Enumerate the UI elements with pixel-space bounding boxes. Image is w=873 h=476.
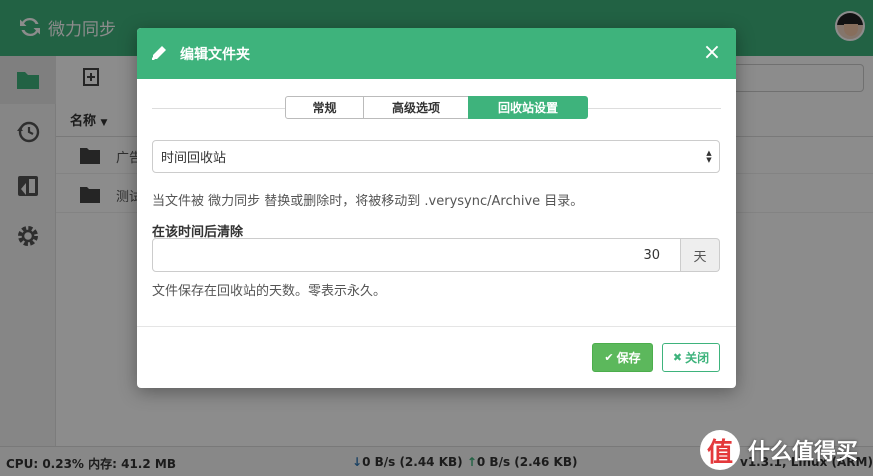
close-button[interactable]: ✖ 关闭 (662, 343, 720, 372)
cleanout-help-text: 文件保存在回收站的天数。零表示永久。 (152, 284, 387, 299)
versioning-help-text: 当文件被 微力同步 替换或删除时，将被移动到 .verysync/Archive… (152, 194, 584, 209)
times-icon: ✖ (672, 351, 683, 364)
close-icon[interactable]: × (700, 41, 724, 65)
tab-advanced[interactable]: 高级选项 (363, 96, 469, 119)
save-button[interactable]: ✔ 保存 (592, 343, 653, 372)
footer-divider (137, 326, 736, 327)
check-icon: ✔ (604, 351, 614, 364)
watermark-text: 什么值得买 (748, 440, 859, 465)
watermark-logo: 值 (700, 430, 740, 470)
save-button-label: 保存 (616, 351, 641, 365)
tab-recycle-bin[interactable]: 回收站设置 (468, 96, 588, 119)
cleanout-unit: 天 (681, 238, 720, 272)
edit-folder-dialog: 编辑文件夹 × 常规 高级选项 回收站设置 时间回收站 ▲ ▼ 当文件被 微力同步… (137, 28, 736, 388)
cleanout-days-input[interactable]: 30 (152, 238, 681, 272)
pencil-icon (152, 46, 166, 60)
dialog-tabs: 常规 高级选项 回收站设置 (285, 96, 588, 119)
cleanout-days-group: 30 天 (152, 238, 720, 272)
watermark: 值 什么值得买 (700, 428, 858, 472)
dialog-title: 编辑文件夹 (180, 47, 250, 63)
versioning-type-value: 时间回收站 (161, 151, 227, 166)
dialog-header: 编辑文件夹 × (137, 28, 736, 79)
versioning-type-select[interactable]: 时间回收站 ▲ ▼ (152, 140, 720, 173)
select-arrows-icon: ▲ ▼ (706, 149, 712, 164)
tab-general[interactable]: 常规 (285, 96, 364, 119)
close-button-label: 关闭 (685, 351, 710, 365)
